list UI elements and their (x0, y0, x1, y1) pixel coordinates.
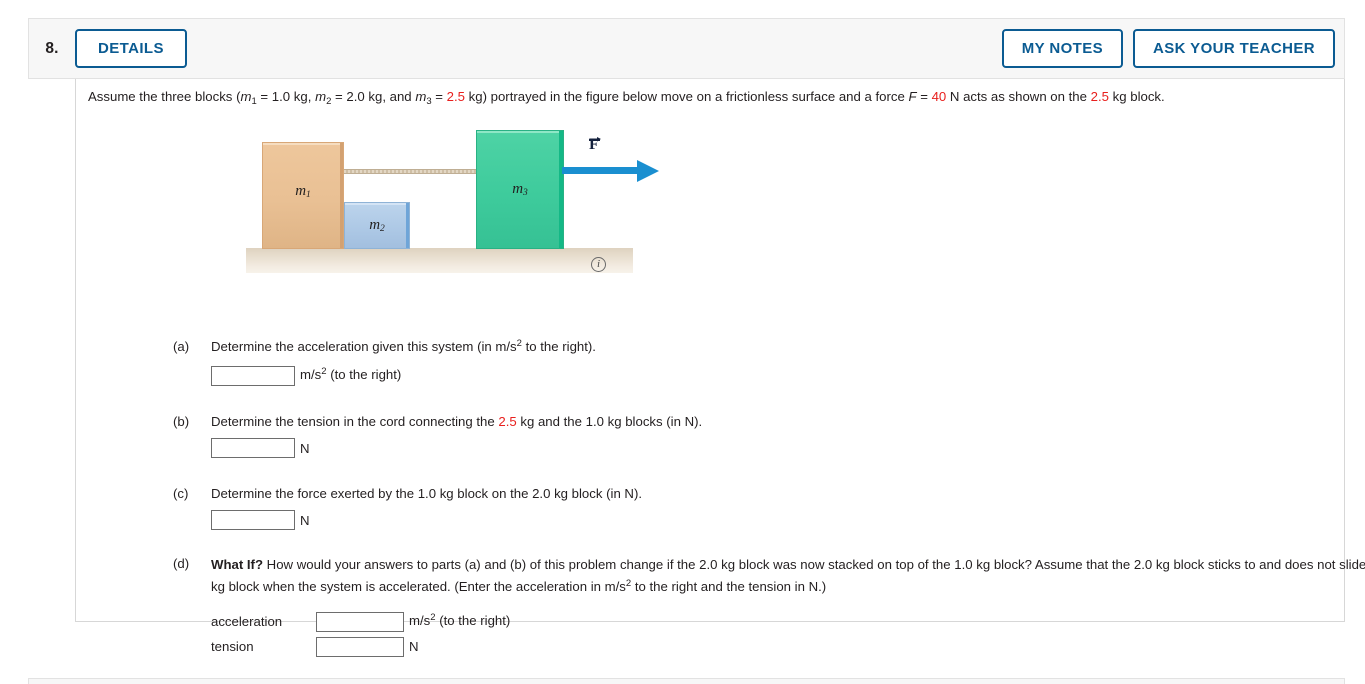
question-number: 8. (45, 39, 59, 57)
part-b-label: (b) (173, 414, 190, 429)
part-d-tension-unit: N (409, 639, 419, 654)
part-d-fields: acceleration m/s2 (to the right) tension… (211, 609, 1365, 659)
part-d-label: (d) (173, 556, 190, 571)
part-c-input[interactable] (211, 510, 295, 530)
m1-symbol: m (240, 89, 252, 104)
question-body: Assume the three blocks (m1 = 1.0 kg, m2… (75, 79, 1365, 657)
block-m3-label: m3 (512, 181, 528, 198)
m3-symbol: m (415, 89, 427, 104)
ask-your-teacher-button[interactable]: ASK YOUR TEACHER (1133, 29, 1335, 68)
info-icon[interactable]: i (591, 257, 606, 272)
question-part-a: (a) Determine the acceleration given thi… (173, 337, 596, 386)
next-question-header (28, 678, 1345, 684)
part-d-acceleration-label: acceleration (211, 614, 283, 629)
stmt-seg-7: N acts as shown on the (946, 89, 1091, 104)
part-c-answer-row: N (211, 510, 642, 530)
part-a-text: Determine the acceleration given this sy… (211, 338, 596, 354)
part-d-acceleration-row: acceleration m/s2 (to the right) (211, 609, 1365, 634)
stmt-seg-1: Assume the three blocks ( (88, 89, 241, 104)
part-a-answer-row: m/s2 (to the right) (211, 365, 596, 386)
part-c-unit: N (300, 512, 310, 528)
stmt-seg-5: kg) portrayed in the figure below move o… (464, 89, 909, 104)
part-b-unit: N (300, 440, 310, 456)
part-d-tension-label: tension (211, 639, 254, 654)
my-notes-button[interactable]: MY NOTES (1001, 29, 1124, 68)
physics-figure: m1 m2 m3 F i (171, 119, 701, 284)
question-page: 8. DETAILS MY NOTES ASK YOUR TEACHER Ass… (0, 0, 1365, 684)
part-b-text: Determine the tension in the cord connec… (211, 414, 703, 429)
block-m2: m2 (344, 202, 410, 249)
part-a-unit: m/s2 (to the right) (300, 366, 402, 382)
stmt-seg-6: = (916, 89, 932, 104)
part-d-tension-input[interactable] (316, 636, 404, 657)
question-header: 8. DETAILS MY NOTES ASK YOUR TEACHER (28, 18, 1345, 79)
block-m2-label: m2 (369, 217, 385, 234)
block-m1-label: m1 (295, 183, 311, 200)
force-vector-label: F (589, 136, 601, 153)
part-c-text: Determine the force exerted by the 1.0 k… (211, 486, 643, 501)
m2-symbol: m (315, 89, 327, 104)
part-d-tension-row: tension N (211, 634, 1365, 659)
m2-subscript: 2 (326, 96, 332, 107)
part-d-what-if: What If? (211, 557, 264, 572)
stmt-seg-8: kg block. (1108, 89, 1165, 104)
header-actions: MY NOTES ASK YOUR TEACHER (1001, 29, 1335, 68)
part-d-text: What If? How would your answers to parts… (211, 557, 1365, 594)
question-part-c: (c) Determine the force exerted by the 1… (173, 484, 642, 530)
part-d-acceleration-input[interactable] (316, 611, 404, 632)
part-a-label: (a) (173, 339, 190, 354)
connecting-cord (344, 169, 476, 174)
problem-statement: Assume the three blocks (m1 = 1.0 kg, m2… (88, 88, 1338, 108)
part-d-acceleration-unit: m/s2 (to the right) (409, 612, 511, 628)
block-m3: m3 (476, 130, 564, 249)
part-b-answer-row: N (211, 438, 702, 458)
stmt-seg-2: = 1.0 kg, (256, 89, 316, 104)
part-a-input[interactable] (211, 365, 295, 386)
question-part-d: (d) What If? How would your answers to p… (173, 554, 1365, 659)
m3-value: 2.5 (446, 89, 465, 104)
target-block-mass: 2.5 (1090, 89, 1109, 104)
m3-subscript: 3 (426, 96, 432, 107)
stmt-seg-3: = 2.0 kg, and (331, 89, 416, 104)
force-value: 40 (931, 89, 947, 104)
part-b-input[interactable] (211, 438, 295, 458)
ground-surface (246, 248, 633, 273)
block-m1: m1 (262, 142, 344, 249)
force-arrow-shaft (562, 167, 640, 174)
details-button[interactable]: DETAILS (75, 29, 187, 68)
stmt-seg-4: = (431, 89, 447, 104)
force-symbol: F (908, 89, 917, 104)
question-part-b: (b) Determine the tension in the cord co… (173, 412, 702, 458)
part-c-label: (c) (173, 486, 189, 501)
force-arrow-head-icon (637, 160, 659, 182)
m1-subscript: 1 (251, 96, 257, 107)
